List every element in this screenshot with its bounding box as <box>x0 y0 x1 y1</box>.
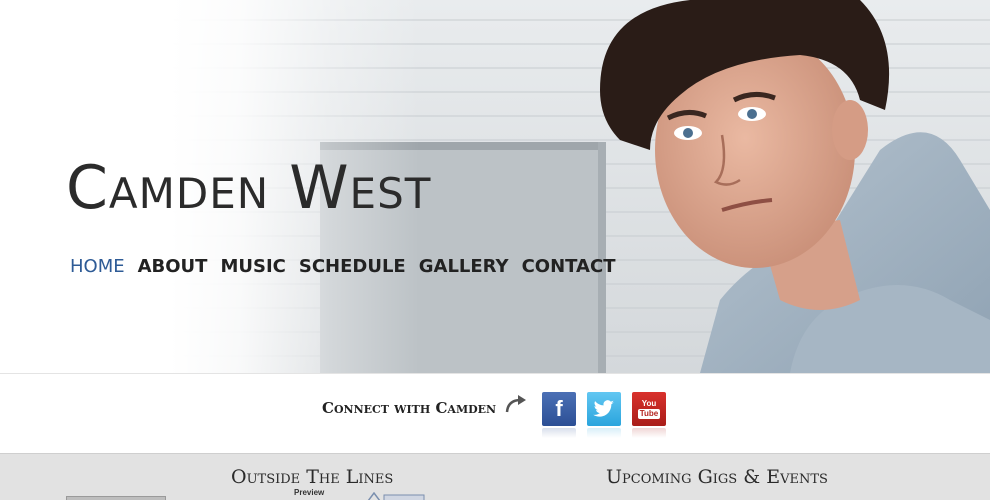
youtube-reflection <box>632 428 666 438</box>
gigs-heading: Upcoming Gigs & Events <box>606 466 828 488</box>
connect-label: Connect with Camden <box>322 399 497 417</box>
facebook-reflection <box>542 428 576 438</box>
nav-schedule[interactable]: SCHEDULE <box>299 256 406 277</box>
facebook-icon[interactable]: f <box>542 392 576 438</box>
nav-music[interactable]: MUSIC <box>220 256 285 277</box>
twitter-icon[interactable] <box>587 392 621 438</box>
main-nav: HOME ABOUT MUSIC SCHEDULE GALLERY CONTAC… <box>70 256 615 277</box>
twitter-reflection <box>587 428 621 438</box>
youtube-text-bottom: Tube <box>637 408 661 419</box>
page: Camden West HOME ABOUT MUSIC SCHEDULE GA… <box>0 0 990 500</box>
content-strip: Outside The Lines Preview Upcoming Gigs … <box>0 453 990 500</box>
youtube-icon[interactable]: You Tube <box>632 392 666 438</box>
site-title: Camden West <box>66 153 432 223</box>
curved-arrow-icon <box>505 395 526 413</box>
youtube-text-top: You <box>641 398 657 408</box>
facebook-glyph: f <box>555 396 563 421</box>
hero-banner: Camden West HOME ABOUT MUSIC SCHEDULE GA… <box>0 0 990 373</box>
nav-contact[interactable]: CONTACT <box>522 256 616 277</box>
nav-gallery[interactable]: GALLERY <box>419 256 509 277</box>
audio-player-icon[interactable] <box>366 492 426 500</box>
album-cover-thumbnail[interactable] <box>66 496 166 500</box>
nav-home[interactable]: HOME <box>70 256 125 277</box>
twitter-bird-icon <box>593 400 614 417</box>
album-preview-label: Preview <box>294 488 325 497</box>
nav-about[interactable]: ABOUT <box>138 256 208 277</box>
connect-bar: Connect with Camden f You Tube <box>0 373 990 454</box>
album-heading: Outside The Lines <box>231 466 394 488</box>
